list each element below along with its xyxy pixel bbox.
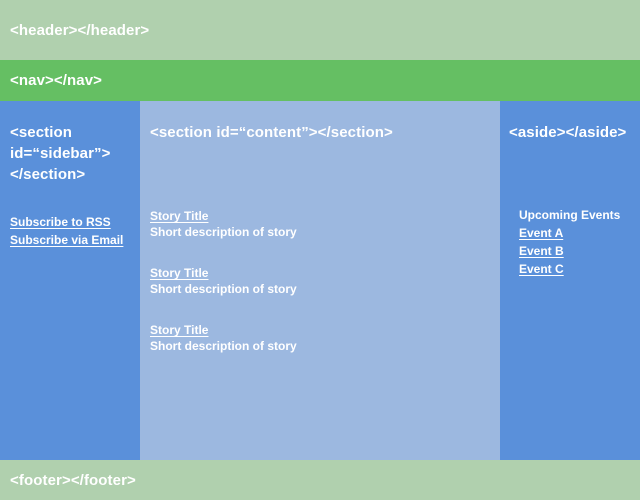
- subscribe-rss-link[interactable]: Subscribe to RSS: [10, 214, 111, 231]
- event-a-link[interactable]: Event A: [519, 225, 563, 242]
- list-item: Event A: [519, 224, 620, 242]
- main-columns: <section id=“sidebar”></section> Subscri…: [0, 101, 640, 460]
- nav-label: <nav></nav>: [10, 72, 103, 89]
- page-wireframe: <header></header> <nav></nav> <section i…: [0, 0, 640, 500]
- story-title-link[interactable]: Story Title: [150, 208, 297, 224]
- list-item: Story Title Short description of story: [150, 322, 297, 355]
- story-title-link[interactable]: Story Title: [150, 265, 297, 281]
- upcoming-events-heading: Upcoming Events: [519, 208, 621, 222]
- list-item: Story Title Short description of story: [150, 265, 297, 298]
- story-description: Short description of story: [150, 282, 297, 296]
- list-item: Subscribe to RSS: [10, 213, 123, 231]
- aside-region: <aside></aside> Upcoming Events Event A …: [500, 101, 640, 460]
- list-item: Event B: [519, 242, 620, 260]
- nav-region[interactable]: <nav></nav>: [0, 60, 640, 101]
- events-list: Event A Event B Event C: [519, 224, 620, 278]
- sidebar-region: <section id=“sidebar”></section> Subscri…: [0, 101, 140, 460]
- list-item: Subscribe via Email: [10, 231, 123, 249]
- content-heading: <section id=“content”></section>: [150, 124, 393, 141]
- subscribe-email-link[interactable]: Subscribe via Email: [10, 232, 123, 249]
- footer-region: <footer></footer>: [0, 460, 640, 500]
- aside-heading: <aside></aside>: [509, 124, 627, 141]
- story-description: Short description of story: [150, 225, 297, 239]
- upcoming-events-block: Upcoming Events Event A Event B Event C: [519, 207, 620, 278]
- list-item: Event C: [519, 260, 620, 278]
- story-list: Story Title Short description of story S…: [150, 208, 297, 355]
- subscribe-link-list: Subscribe to RSS Subscribe via Email: [10, 213, 123, 249]
- event-b-link[interactable]: Event B: [519, 243, 564, 260]
- footer-label: <footer></footer>: [10, 471, 136, 489]
- story-title-link[interactable]: Story Title: [150, 322, 297, 338]
- event-c-link[interactable]: Event C: [519, 261, 564, 278]
- header-label: <header></header>: [10, 21, 150, 39]
- header-region: <header></header>: [0, 0, 640, 60]
- list-item: Story Title Short description of story: [150, 208, 297, 241]
- content-region: <section id=“content”></section> Story T…: [140, 101, 500, 460]
- sidebar-heading: <section id=“sidebar”></section>: [10, 124, 111, 183]
- story-description: Short description of story: [150, 339, 297, 353]
